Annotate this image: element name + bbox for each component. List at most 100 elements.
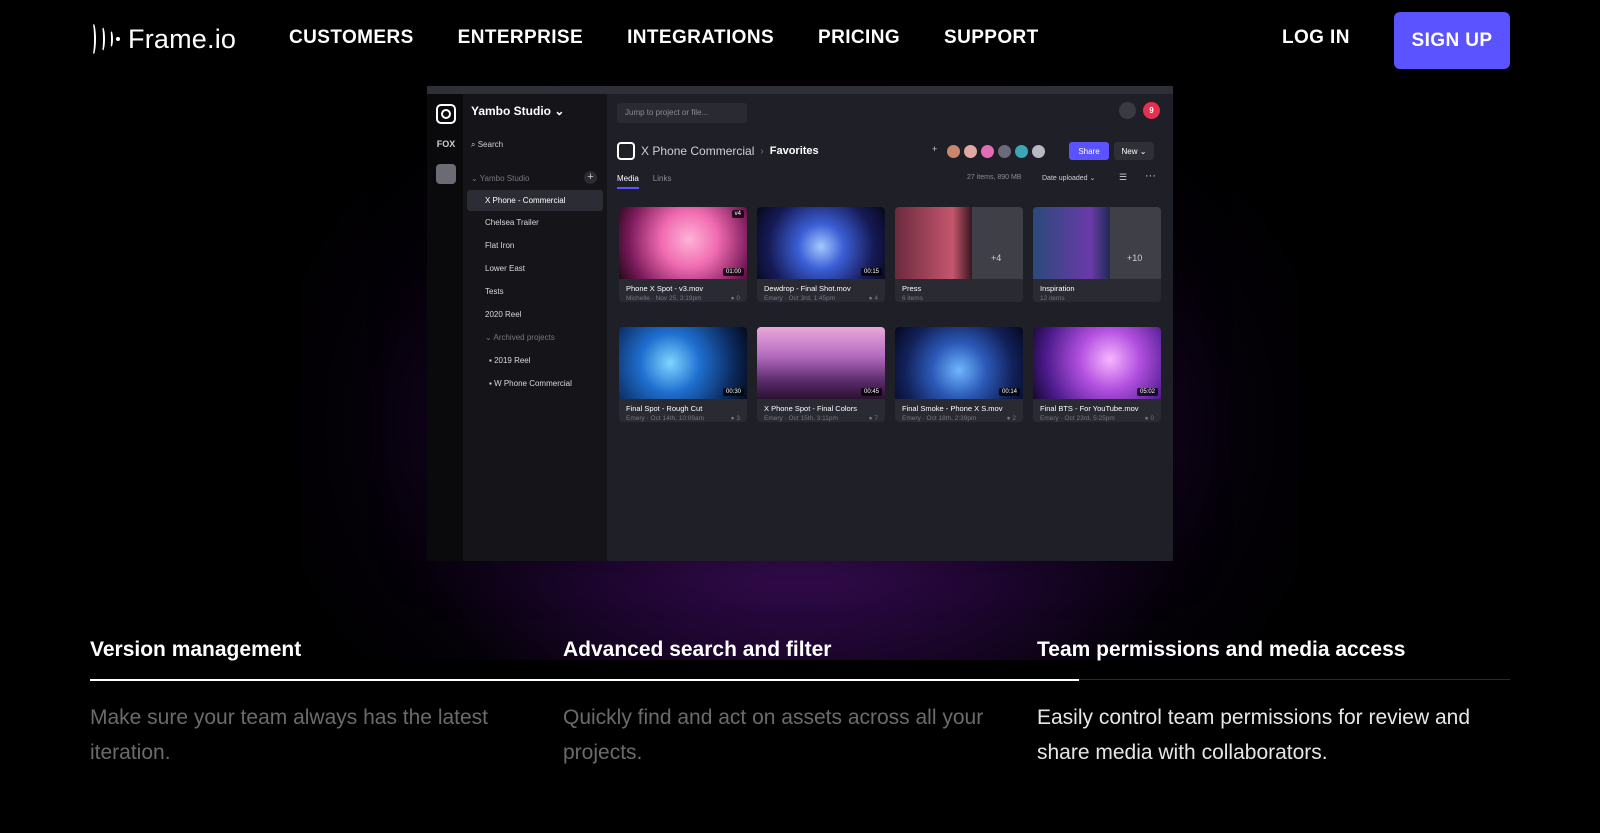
app-preview-screenshot[interactable]: FOX Yambo Studio ⌄ ⌕ Search ⌄ Yambo Stud… [427, 86, 1173, 561]
project-flat-iron: Flat Iron [485, 241, 515, 250]
folder-thumbnail: +10 [1033, 207, 1161, 279]
collaborator-avatars: + [932, 144, 1046, 159]
logo-text: Frame.io [128, 23, 237, 54]
avatar [980, 144, 995, 159]
asset-meta-text: Emery · Oct 15th, 3:11pm [764, 415, 838, 422]
project-tests: Tests [485, 287, 504, 296]
feature-description-search: Quickly find and act on assets across al… [563, 706, 984, 764]
share-button: Share [1069, 142, 1109, 160]
comment-count-value: 7 [874, 415, 878, 422]
more-options-icon: ··· [1145, 170, 1156, 182]
chevron-down-icon: ⌄ [471, 174, 480, 183]
workspace-rail: FOX [427, 94, 463, 561]
asset-meta-text: Emery · Oct 18th, 2:39pm [902, 415, 977, 422]
project-lower-east: Lower East [485, 264, 526, 273]
avatar [1031, 144, 1046, 159]
nav-integrations[interactable]: INTEGRATIONS [627, 27, 774, 49]
folder-meta: 12 items [1040, 295, 1065, 302]
asset-title: Final Spot - Rough Cut [626, 404, 703, 413]
search-label: Search [477, 140, 504, 149]
tab-media: Media [617, 174, 639, 189]
asset-meta: Emery · Oct 15th, 3:11pm ● 7 [757, 415, 885, 422]
feature-tab-advanced-search[interactable]: Advanced search and filter [563, 638, 831, 662]
archived-w-phone-commercial: ▪ W Phone Commercial [467, 373, 603, 394]
nav-support[interactable]: SUPPORT [944, 27, 1039, 49]
comment-count: ● 7 [868, 415, 878, 422]
team-name: Yambo Studio [479, 174, 530, 183]
search-icon: ⌕ [471, 140, 478, 149]
list-view-icon: ☰ [1119, 172, 1128, 182]
login-link[interactable]: LOG IN [1282, 27, 1350, 49]
asset-meta: Emery · Oct 18th, 2:39pm ● 2 [895, 415, 1023, 422]
duration-label: 00:30 [722, 388, 744, 396]
comment-count-value: 2 [1012, 415, 1016, 422]
project-icon [617, 142, 635, 160]
comment-count-value: 0 [1150, 415, 1154, 422]
feature-progress-indicator [90, 679, 1079, 681]
nav-customers[interactable]: CUSTOMERS [289, 27, 414, 49]
archived-label: W Phone Commercial [494, 379, 572, 388]
folder-title: Press [902, 284, 922, 293]
asset-meta-text: Emery · Oct 14th, 10:09am [626, 415, 705, 422]
breadcrumb-project: X Phone Commercial [641, 144, 755, 158]
asset-meta: Emery · Oct 14th, 10:09am ● 3 [619, 415, 747, 422]
chevron-right-icon: › [760, 145, 764, 157]
extra-count: +10 [1127, 253, 1143, 263]
nav-pricing[interactable]: PRICING [818, 27, 900, 49]
asset-meta: Emery · Oct 3rd, 1:45pm ● 4 [757, 295, 885, 302]
video-thumbnail: 00:45 [757, 327, 885, 399]
breadcrumb: X Phone Commercial › Favorites [617, 142, 819, 160]
frameio-logo-icon [89, 22, 120, 56]
project-sidebar: Yambo Studio ⌄ ⌕ Search ⌄ Yambo Studio +… [463, 94, 607, 561]
video-thumbnail: 05:02 [1033, 327, 1161, 399]
asset-meta-text: Emery · Oct 3rd, 1:45pm [764, 295, 836, 302]
nav-enterprise[interactable]: ENTERPRISE [458, 27, 583, 49]
comment-count-value: 4 [874, 295, 878, 302]
folder-meta: 6 items [902, 295, 923, 302]
sidebar-search: ⌕ Search [471, 140, 503, 150]
workspace-switcher: Yambo Studio ⌄ [471, 104, 565, 118]
asset-card: v4 01:00 Phone X Spot - v3.mov Michelle … [619, 207, 747, 302]
project-main-area: Jump to project or file... 9 X Phone Com… [607, 94, 1173, 561]
feature-description-version: Make sure your team always has the lates… [90, 706, 489, 764]
archived-projects-header: ⌄ Archived projects [467, 327, 603, 348]
archived-2019-reel: ▪ 2019 Reel [467, 350, 603, 371]
workspace-avatar-icon [436, 104, 456, 124]
signup-button[interactable]: SIGN UP [1394, 12, 1510, 69]
avatar [997, 144, 1012, 159]
asset-card: 00:15 Dewdrop - Final Shot.mov Emery · O… [757, 207, 885, 302]
asset-title: Final Smoke - Phone X S.mov [902, 404, 1003, 413]
media-tabs: Media Links [617, 174, 671, 189]
tab-links: Links [652, 174, 672, 183]
team-header: ⌄ Yambo Studio + [471, 171, 599, 184]
asset-title: Dewdrop - Final Shot.mov [764, 284, 851, 293]
asset-card: 00:30 Final Spot - Rough Cut Emery · Oct… [619, 327, 747, 422]
comment-count-value: 0 [736, 295, 740, 302]
notification-badge: 9 [1143, 102, 1160, 119]
sort-dropdown: Date uploaded ⌄ [1042, 175, 1096, 182]
comment-count: ● 4 [868, 295, 878, 302]
duration-label: 05:02 [1136, 388, 1158, 396]
feature-tab-version-management[interactable]: Version management [90, 638, 301, 662]
extra-count: +4 [991, 253, 1002, 263]
asset-meta-text: Michelle · Nov 25, 3:19pm [626, 295, 702, 302]
duration-label: 01:00 [722, 268, 744, 276]
frameio-logo[interactable]: Frame.io [89, 20, 236, 58]
version-badge: v4 [731, 210, 744, 218]
asset-title: Phone X Spot - v3.mov [626, 284, 704, 293]
feature-tab-team-permissions[interactable]: Team permissions and media access [1037, 638, 1405, 662]
asset-card: 00:14 Final Smoke - Phone X S.mov Emery … [895, 327, 1023, 422]
comment-count: ● 2 [1006, 415, 1016, 422]
avatar [946, 144, 961, 159]
add-project-icon: + [584, 171, 597, 184]
comment-count: ● 3 [730, 415, 740, 422]
project-chelsea-trailer: Chelsea Trailer [485, 218, 539, 227]
comment-count: ● 0 [730, 295, 740, 302]
comment-count-value: 3 [736, 415, 740, 422]
top-navigation: Frame.io CUSTOMERS ENTERPRISE INTEGRATIO… [0, 0, 1600, 80]
feature-description-permissions: Easily control team permissions for revi… [1037, 706, 1471, 764]
main-menu: CUSTOMERS ENTERPRISE INTEGRATIONS PRICIN… [289, 27, 1083, 49]
workspace-thumbnail-icon [436, 164, 456, 184]
asset-meta: Michelle · Nov 25, 3:19pm ● 0 [619, 295, 747, 302]
breadcrumb-folder: Favorites [769, 145, 819, 157]
